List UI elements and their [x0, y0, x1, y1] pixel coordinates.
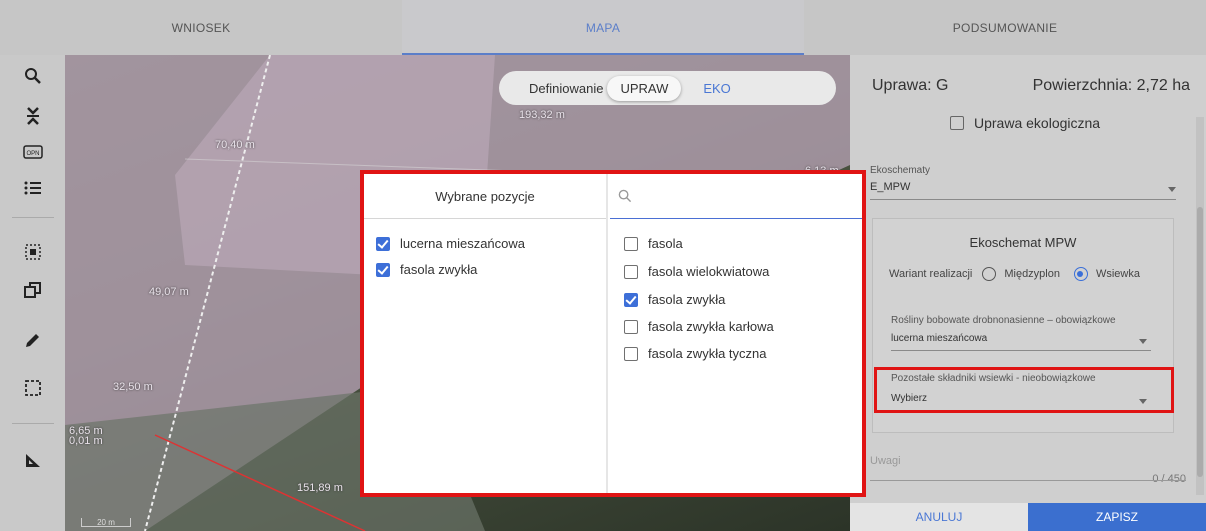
checkbox-icon[interactable]	[624, 346, 638, 361]
variant-label: Wariant realizacji	[889, 268, 973, 280]
selected-item-label: fasola zwykła	[400, 262, 478, 277]
option-label: fasola wielokwiatowa	[648, 264, 770, 279]
toggle-eko[interactable]: EKO	[703, 81, 730, 96]
toggle-upraw[interactable]: UPRAW	[607, 75, 682, 101]
option-label: fasola zwykła tyczna	[648, 346, 767, 361]
option-item[interactable]: fasola zwykła karłowa	[624, 319, 774, 334]
map-label: 49,07 m	[149, 286, 189, 298]
crop-panel: Uprawa: G Powierzchnia: 2,72 ha Uprawa e…	[850, 55, 1206, 531]
select-underline	[891, 350, 1151, 351]
required-select[interactable]: lucerna mieszańcowa	[891, 333, 987, 344]
crop-area: Powierzchnia: 2,72 ha	[1032, 77, 1190, 94]
variant-option-label: Międzyplon	[1004, 268, 1060, 280]
map-label: 151,89 m	[297, 482, 343, 494]
selected-title: Wybrane pozycje	[364, 174, 606, 219]
map-toolbar: OPN	[0, 55, 65, 531]
option-item[interactable]: fasola zwykła	[624, 292, 725, 307]
notes-input[interactable]	[870, 480, 1186, 481]
crop-name: Uprawa: G	[872, 77, 949, 94]
eco-crop-checkbox[interactable]: Uprawa ekologiczna	[950, 115, 1100, 131]
ecoschemes-select[interactable]: E_MPW	[870, 181, 910, 193]
save-button[interactable]: ZAPISZ	[1028, 503, 1206, 531]
radio-wsiewka[interactable]	[1073, 267, 1088, 281]
radio-miedzyplon[interactable]	[982, 267, 997, 281]
checkbox-checked-icon[interactable]	[376, 236, 390, 251]
search-icon	[618, 189, 632, 203]
tab-wniosek[interactable]: WNIOSEK	[0, 0, 402, 55]
highlight-box	[874, 367, 1174, 413]
option-label: fasola	[648, 236, 683, 251]
copy-shape-icon[interactable]	[20, 277, 46, 303]
checkbox-checked-icon[interactable]	[624, 292, 638, 307]
map-scale: 20 m	[81, 518, 131, 527]
checkbox-icon[interactable]	[624, 319, 638, 334]
chevron-down-icon[interactable]	[1168, 187, 1176, 192]
select-underline	[870, 199, 1176, 200]
map-label: 193,32 m	[519, 109, 565, 121]
notes-label: Uwagi	[870, 455, 901, 467]
selected-item-label: lucerna mieszańcowa	[400, 236, 526, 251]
cancel-button[interactable]: ANULUJ	[850, 503, 1028, 531]
selected-item[interactable]: lucerna mieszańcowa	[376, 236, 525, 251]
selected-column: Wybrane pozycje lucerna mieszańcowa faso…	[364, 174, 608, 493]
option-label: fasola zwykła karłowa	[648, 319, 774, 334]
options-column: fasola fasola wielokwiatowa fasola zwykł…	[610, 174, 862, 493]
panel-scrollbar[interactable]	[1196, 117, 1204, 495]
panel-footer: ANULUJ ZAPISZ	[850, 503, 1206, 531]
map-label: 70,40 m	[215, 139, 255, 151]
notes-counter: 0 / 450	[1152, 473, 1186, 485]
checkbox-icon[interactable]	[950, 116, 964, 130]
variant-option-label: Wsiewka	[1095, 268, 1140, 280]
required-label: Rośliny bobowate drobnonasienne – obowią…	[891, 315, 1116, 326]
card-title: Ekoschemat MPW	[969, 235, 1077, 250]
toolbar-divider	[12, 217, 54, 218]
pencil-icon[interactable]	[20, 327, 46, 353]
top-tabs: WNIOSEK MAPA PODSUMOWANIE	[0, 0, 1206, 55]
select-point-icon[interactable]	[20, 239, 46, 265]
merge-arrows-icon[interactable]	[20, 103, 46, 129]
map-label: 0,01 m	[69, 435, 103, 447]
option-label: fasola zwykła	[648, 292, 726, 307]
search-bar	[610, 174, 862, 219]
search-icon[interactable]	[20, 63, 46, 89]
select-area-icon[interactable]	[20, 375, 46, 401]
checkbox-checked-icon[interactable]	[376, 262, 390, 277]
search-input[interactable]	[640, 187, 840, 205]
option-item[interactable]: fasola	[624, 236, 683, 251]
svg-text:OPN: OPN	[26, 151, 39, 157]
measure-icon[interactable]	[20, 447, 46, 473]
toolbar-divider	[12, 423, 54, 424]
tab-podsumowanie[interactable]: PODSUMOWANIE	[804, 0, 1206, 55]
chevron-down-icon[interactable]	[1139, 339, 1147, 344]
list-icon[interactable]	[20, 175, 46, 201]
definition-label: Definiowanie	[529, 80, 604, 96]
tab-mapa[interactable]: MAPA	[402, 0, 804, 55]
map-label: 32,50 m	[113, 381, 153, 393]
scroll-thumb[interactable]	[1197, 207, 1203, 477]
option-item[interactable]: fasola wielokwiatowa	[624, 264, 769, 279]
checkbox-icon[interactable]	[624, 236, 638, 251]
multiselect-dialog: Wybrane pozycje lucerna mieszańcowa faso…	[360, 170, 866, 497]
definition-toggle: Definiowanie UPRAW EKO	[499, 71, 836, 105]
eco-crop-label: Uprawa ekologiczna	[974, 115, 1101, 131]
ecoschemes-label: Ekoschematy	[870, 165, 931, 176]
option-item[interactable]: fasola zwykła tyczna	[624, 346, 767, 361]
ortophoto-icon[interactable]: OPN	[20, 139, 46, 165]
variant-group: Wariant realizacji Międzyplon Wsiewka	[889, 267, 1140, 281]
panel-header: Uprawa: G Powierzchnia: 2,72 ha	[850, 55, 1206, 117]
selected-item[interactable]: fasola zwykła	[376, 262, 477, 277]
checkbox-icon[interactable]	[624, 264, 638, 279]
